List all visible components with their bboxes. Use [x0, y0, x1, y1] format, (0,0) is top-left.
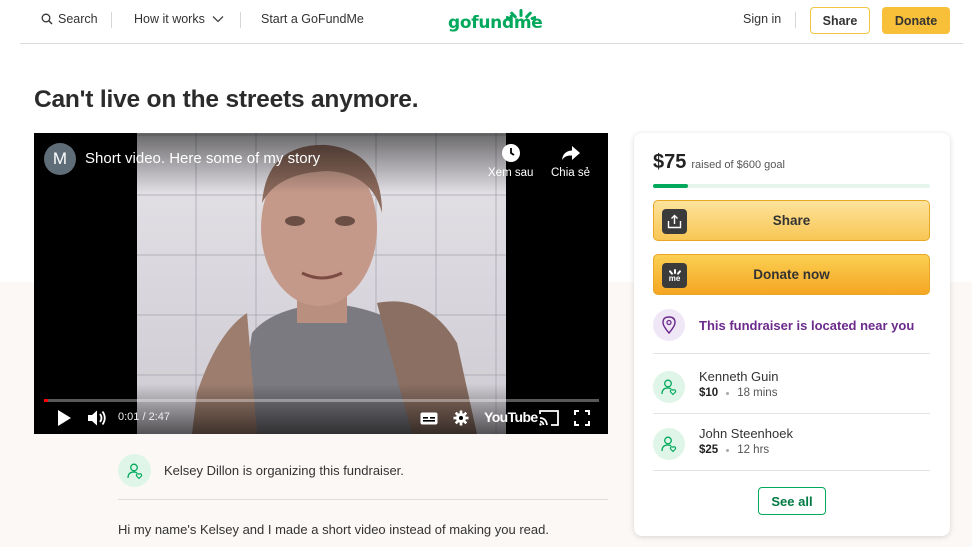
donor-time: 18 mins	[737, 387, 778, 399]
goal-progress-fill	[653, 184, 688, 188]
location-pin-icon	[653, 309, 685, 341]
story-text: Hi my name's Kelsey and I made a short v…	[118, 522, 549, 537]
start-gofundme-link[interactable]: Start a GoFundMe	[261, 12, 364, 26]
divider	[795, 12, 796, 28]
signin-link[interactable]: Sign in	[743, 12, 781, 26]
search-label: Search	[58, 12, 98, 26]
logo-sprout-icon	[506, 9, 536, 21]
video-player[interactable]: M Short video. Here some of my story Xem…	[34, 133, 608, 434]
video-progress-fill	[44, 399, 48, 402]
video-share-button[interactable]: Chia sẻ	[551, 143, 590, 179]
video-title[interactable]: Short video. Here some of my story	[85, 150, 320, 167]
donation-panel: $75 raised of $600 goal Share me Donate …	[634, 133, 950, 536]
location-notice[interactable]: This fundraiser is located near you	[653, 309, 914, 341]
panel-divider	[653, 470, 930, 471]
panel-divider	[653, 353, 930, 354]
organizer-row: Kelsey Dillon is organizing this fundrai…	[118, 454, 404, 487]
header-share-button[interactable]: Share	[810, 7, 870, 34]
panel-divider	[653, 413, 930, 414]
donate-now-button[interactable]: me Donate now	[653, 254, 930, 295]
raised-summary: $75 raised of $600 goal	[653, 151, 785, 174]
divider	[240, 12, 241, 28]
header-donate-button[interactable]: Donate	[882, 7, 950, 34]
me-icon-text: me	[668, 273, 681, 283]
header-divider	[20, 43, 963, 44]
gofundme-logo[interactable]: gofundme	[448, 7, 543, 35]
fullscreen-icon[interactable]	[574, 410, 590, 426]
share-upload-icon	[662, 209, 687, 234]
location-notice-text: This fundraiser is located near you	[699, 317, 915, 333]
organizer-text: Kelsey Dillon is organizing this fundrai…	[164, 463, 404, 478]
raised-amount: $75	[653, 151, 687, 173]
divider	[111, 12, 112, 28]
share-arrow-icon	[561, 146, 580, 160]
watch-later-label: Xem sau	[488, 167, 534, 179]
organizer-divider	[118, 499, 608, 500]
donor-item: Kenneth Guin $10 18 mins	[653, 369, 779, 403]
share-button-label: Share	[772, 213, 811, 228]
donor-meta: $25 12 hrs	[699, 444, 793, 456]
see-all-button[interactable]: See all	[758, 487, 826, 515]
donor-avatar-icon	[653, 428, 685, 460]
donate-now-label: Donate now	[753, 267, 830, 282]
donor-avatar-icon	[653, 371, 685, 403]
donor-meta: $10 18 mins	[699, 387, 779, 399]
channel-avatar[interactable]: M	[44, 143, 76, 175]
donor-amount: $10	[699, 387, 719, 399]
video-time: 0:01 / 2:47	[118, 411, 170, 423]
youtube-logo[interactable]: YouTube	[484, 409, 538, 425]
volume-icon[interactable]	[87, 409, 107, 427]
gofundme-me-icon: me	[662, 263, 687, 288]
separator-dot	[726, 448, 730, 452]
donor-amount: $25	[699, 444, 719, 456]
donor-name: Kenneth Guin	[699, 369, 779, 384]
how-it-works-menu[interactable]: How it works	[134, 12, 224, 26]
donor-name: John Steenhoek	[699, 426, 793, 441]
share-button[interactable]: Share	[653, 200, 930, 241]
search-icon	[41, 13, 53, 25]
video-progress-bar[interactable]	[44, 399, 599, 402]
chevron-down-icon	[212, 16, 224, 23]
separator-dot	[726, 391, 730, 395]
how-it-works-label: How it works	[134, 12, 205, 26]
watch-later-button[interactable]: Xem sau	[488, 143, 533, 179]
donor-time: 12 hrs	[737, 444, 770, 456]
settings-gear-icon[interactable]	[453, 410, 469, 426]
cast-icon[interactable]	[539, 410, 559, 426]
page-title: Can't live on the streets anymore.	[34, 86, 419, 113]
organizer-avatar	[118, 454, 151, 487]
captions-icon[interactable]	[420, 412, 438, 425]
user-heart-icon	[126, 463, 142, 479]
site-header: Search How it works Start a GoFundMe gof…	[0, 0, 972, 44]
video-share-label: Chia sẻ	[551, 167, 590, 179]
search-link[interactable]: Search	[41, 12, 98, 26]
raised-goal: raised of $600 goal	[691, 159, 785, 171]
play-icon[interactable]	[56, 409, 72, 427]
clock-icon	[501, 144, 520, 162]
goal-progress-bar	[653, 184, 930, 188]
donor-item: John Steenhoek $25 12 hrs	[653, 426, 793, 460]
